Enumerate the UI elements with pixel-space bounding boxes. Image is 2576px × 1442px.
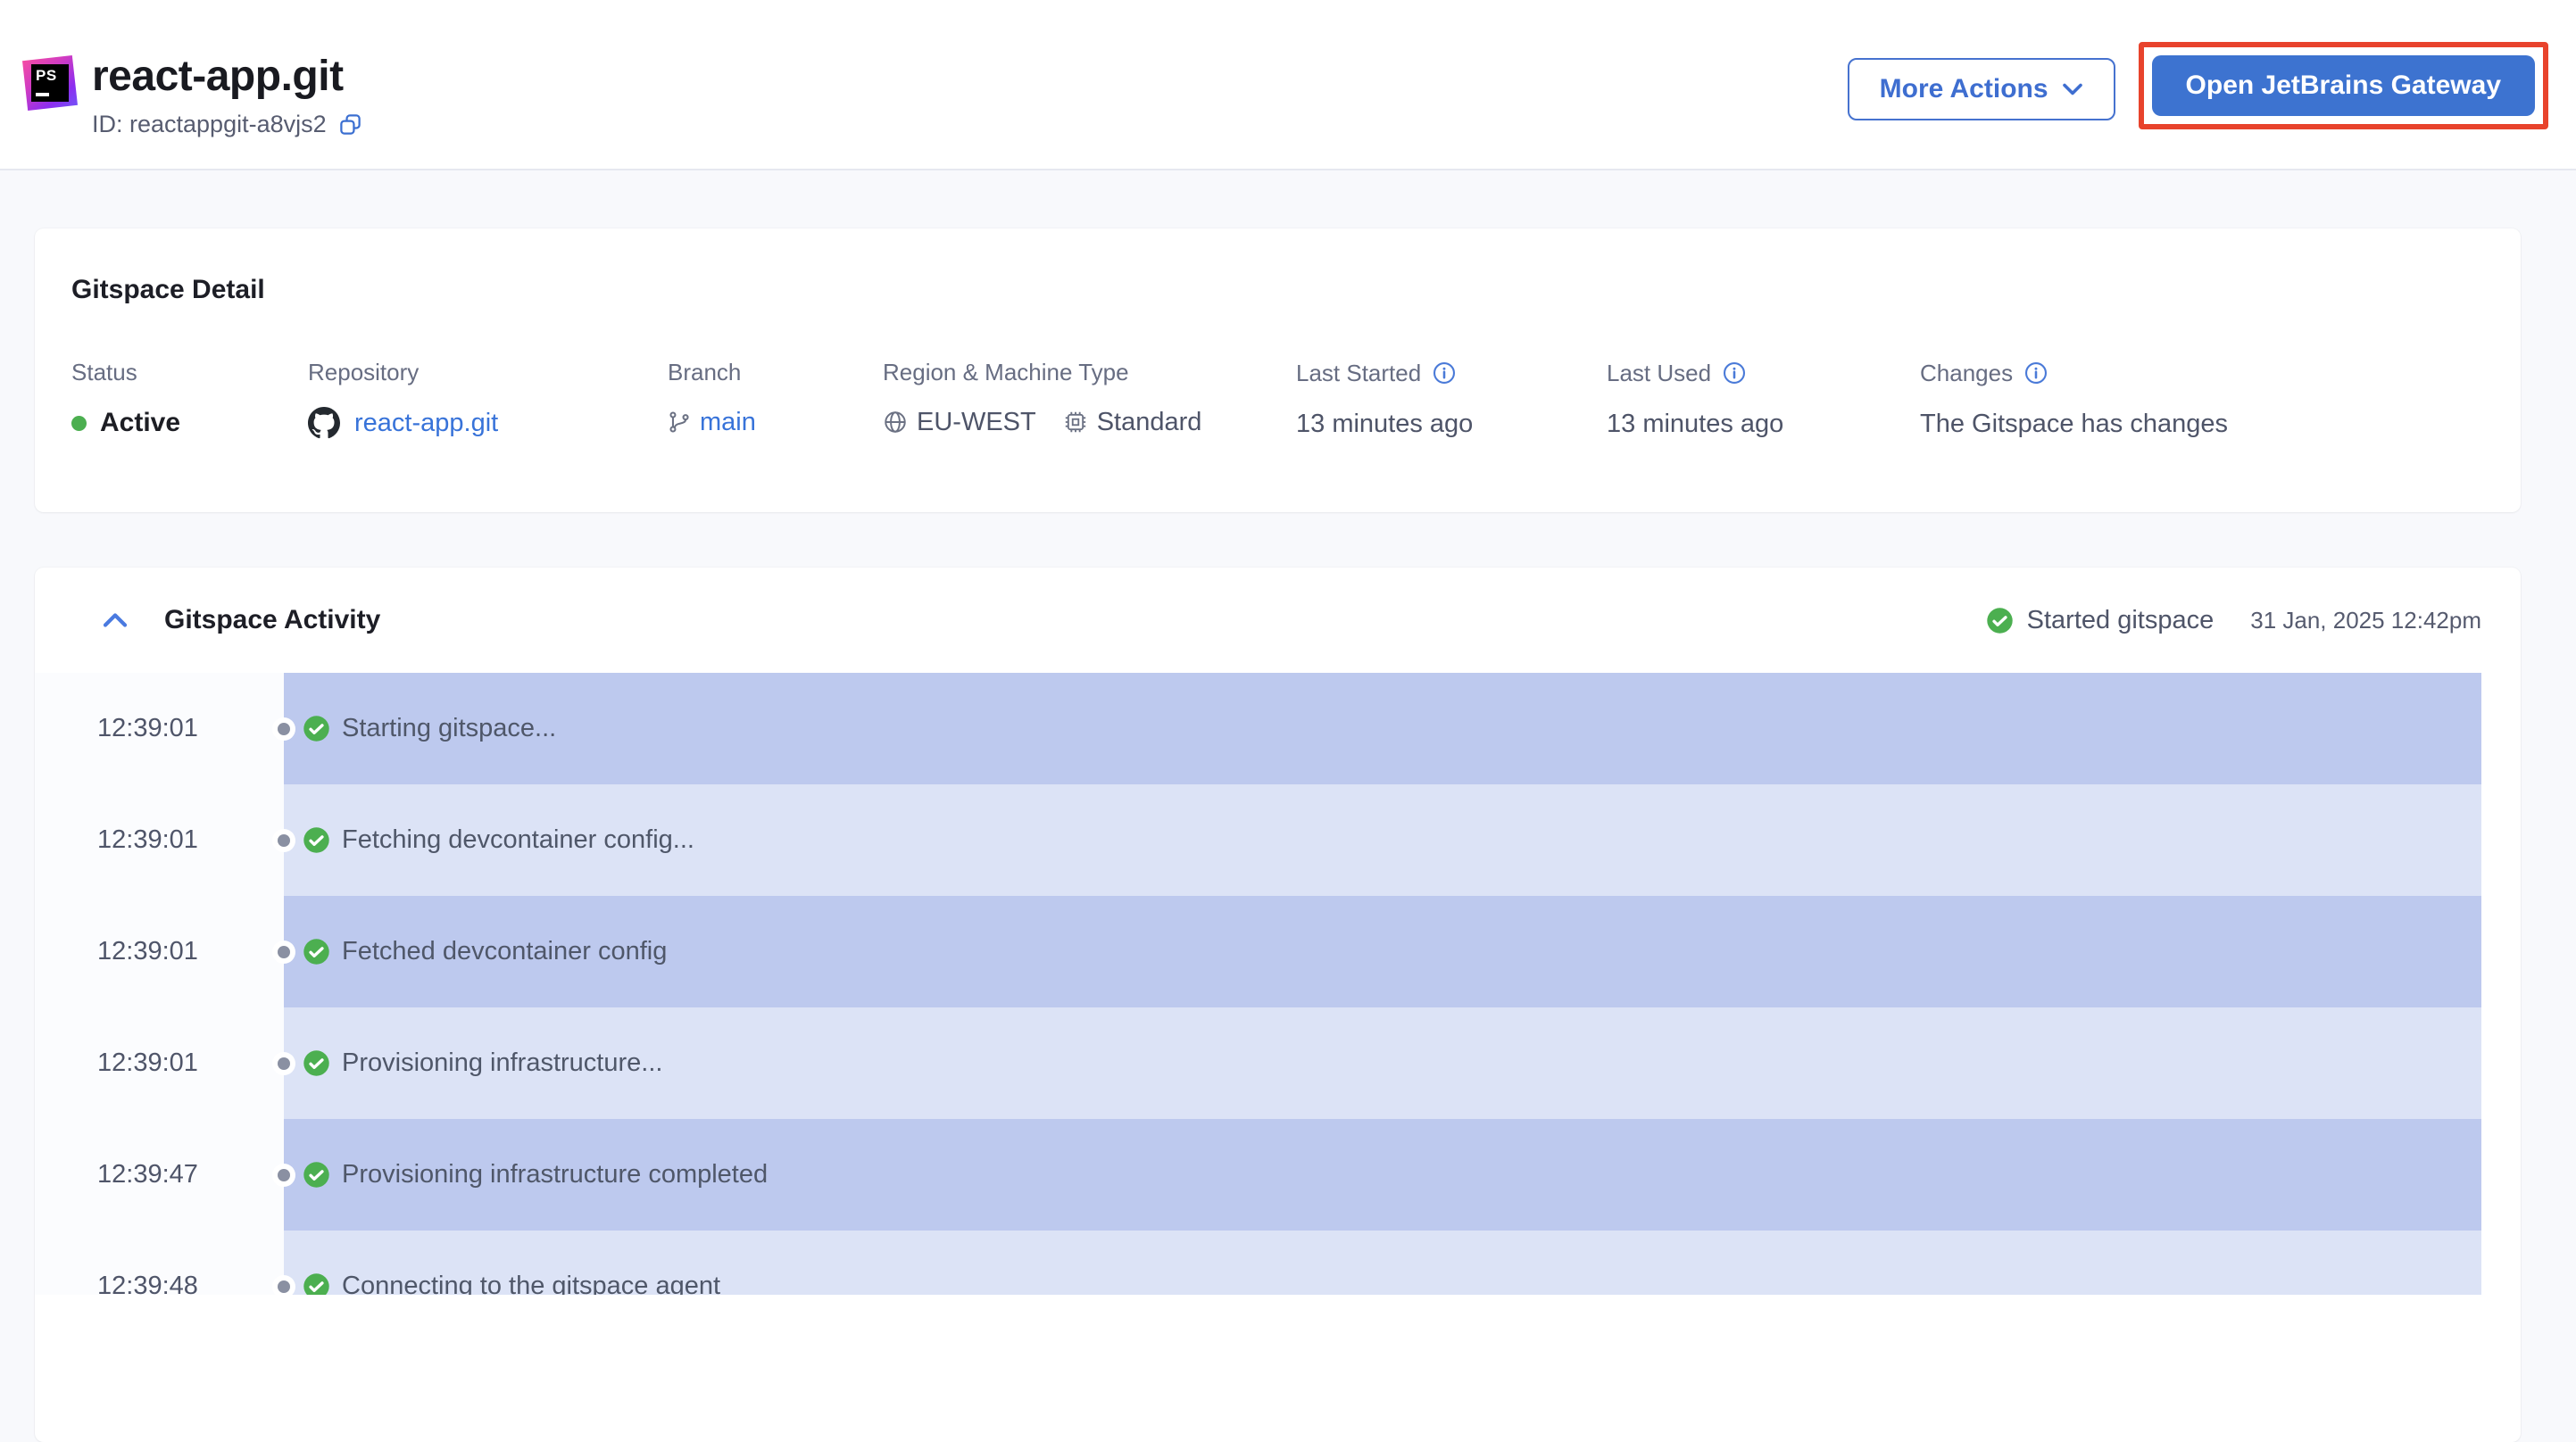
header-actions: More Actions Open JetBrains Gateway bbox=[1848, 42, 2548, 129]
top-header: PS react-app.git ID: reactappgit-a8vjs2 … bbox=[0, 0, 2576, 170]
timeline-dot-icon bbox=[278, 834, 290, 847]
git-branch-icon bbox=[668, 410, 691, 434]
gitspace-detail-card: Gitspace Detail Status Active Repository bbox=[35, 228, 2521, 512]
success-check-icon bbox=[1986, 607, 2014, 634]
annotation-highlight: Open JetBrains Gateway bbox=[2139, 42, 2548, 129]
timeline-dot-icon bbox=[278, 946, 290, 958]
timeline-dot-icon bbox=[278, 1057, 290, 1070]
copy-icon[interactable] bbox=[338, 112, 362, 137]
log-row: 12:39:47 Provisioning infrastructure com… bbox=[35, 1119, 2521, 1231]
log-timestamp: 12:39:47 bbox=[35, 1119, 284, 1231]
phpstorm-icon-underscore bbox=[36, 93, 49, 96]
repository-column: Repository react-app.git bbox=[308, 360, 668, 440]
region-machine-column: Region & Machine Type EU-WEST bbox=[883, 360, 1296, 440]
branch-column: Branch main bbox=[668, 360, 883, 440]
last-used-value: 13 minutes ago bbox=[1607, 409, 1783, 440]
open-jetbrains-gateway-label: Open JetBrains Gateway bbox=[2186, 70, 2501, 101]
timeline-dot-icon bbox=[278, 723, 290, 735]
brand-block: PS react-app.git ID: reactappgit-a8vjs2 bbox=[22, 55, 362, 138]
gitspace-id: ID: reactappgit-a8vjs2 bbox=[92, 111, 327, 138]
success-check-icon bbox=[303, 938, 330, 965]
success-check-icon bbox=[303, 1161, 330, 1189]
chevron-down-icon bbox=[2062, 82, 2083, 96]
last-started-label: Last Started bbox=[1296, 361, 1421, 385]
log-row: 12:39:01 Starting gitspace... bbox=[35, 673, 2521, 784]
last-started-column: Last Started 13 minutes ago bbox=[1296, 360, 1607, 440]
timeline-dot-icon bbox=[278, 1280, 290, 1293]
activity-log[interactable]: 12:39:01 Starting gitspace... bbox=[35, 673, 2521, 1295]
info-icon[interactable] bbox=[1722, 360, 1747, 385]
log-timestamp: 12:39:01 bbox=[35, 1007, 284, 1119]
success-check-icon bbox=[303, 1272, 330, 1295]
log-timestamp: 12:39:01 bbox=[35, 896, 284, 1007]
log-row: 12:39:01 Provisioning infrastructure... bbox=[35, 1007, 2521, 1119]
info-icon[interactable] bbox=[2023, 360, 2048, 385]
activity-status: Started gitspace 31 Jan, 2025 12:42pm bbox=[1986, 606, 2481, 635]
globe-icon bbox=[883, 410, 908, 435]
success-check-icon bbox=[303, 715, 330, 742]
collapse-chevron-up-icon[interactable] bbox=[102, 611, 129, 629]
log-row: 12:39:48 Connecting to the gitspace agen… bbox=[35, 1231, 2521, 1295]
changes-label: Changes bbox=[1920, 361, 2013, 385]
phpstorm-icon-label: PS bbox=[36, 67, 57, 85]
status-value: Active bbox=[100, 407, 180, 439]
log-timestamp: 12:39:01 bbox=[35, 784, 284, 896]
status-label: Status bbox=[71, 360, 137, 384]
more-actions-label: More Actions bbox=[1880, 74, 2048, 104]
success-check-icon bbox=[303, 1049, 330, 1077]
gitspace-activity-card: Gitspace Activity Started gitspace 31 Ja… bbox=[35, 568, 2521, 1442]
region-value: EU-WEST bbox=[917, 407, 1036, 438]
page-title: react-app.git bbox=[92, 55, 362, 98]
info-icon[interactable] bbox=[1432, 360, 1457, 385]
activity-status-time: 31 Jan, 2025 12:42pm bbox=[2250, 607, 2481, 634]
log-message: Connecting to the gitspace agent bbox=[342, 1272, 720, 1295]
log-message: Fetching devcontainer config... bbox=[342, 825, 694, 855]
changes-value: The Gitspace has changes bbox=[1920, 409, 2228, 440]
log-message: Starting gitspace... bbox=[342, 714, 556, 743]
phpstorm-icon: PS bbox=[22, 55, 78, 111]
repository-label: Repository bbox=[308, 360, 419, 384]
branch-link[interactable]: main bbox=[700, 407, 756, 438]
log-row: 12:39:01 Fetched devcontainer config bbox=[35, 896, 2521, 1007]
log-message: Provisioning infrastructure... bbox=[342, 1048, 662, 1078]
gitspace-activity-title: Gitspace Activity bbox=[164, 605, 380, 635]
gitspace-detail-title: Gitspace Detail bbox=[71, 277, 2485, 303]
last-used-column: Last Used 13 minutes ago bbox=[1607, 360, 1920, 440]
phpstorm-icon-square: PS bbox=[31, 64, 69, 102]
status-column: Status Active bbox=[71, 360, 308, 440]
log-timestamp: 12:39:48 bbox=[35, 1231, 284, 1295]
timeline-dot-icon bbox=[278, 1169, 290, 1181]
activity-status-text: Started gitspace bbox=[2027, 606, 2215, 635]
log-timestamp: 12:39:01 bbox=[35, 673, 284, 784]
region-machine-label: Region & Machine Type bbox=[883, 360, 1129, 384]
open-jetbrains-gateway-button[interactable]: Open JetBrains Gateway bbox=[2152, 55, 2535, 116]
log-message: Provisioning infrastructure completed bbox=[342, 1160, 768, 1189]
github-icon bbox=[308, 407, 340, 439]
machine-type-value: Standard bbox=[1097, 407, 1202, 438]
repository-link[interactable]: react-app.git bbox=[354, 408, 498, 439]
branch-label: Branch bbox=[668, 360, 741, 384]
log-row: 12:39:01 Fetching devcontainer config... bbox=[35, 784, 2521, 896]
main-content: Gitspace Detail Status Active Repository bbox=[35, 228, 2521, 1442]
last-used-label: Last Used bbox=[1607, 361, 1711, 385]
machine-type-icon bbox=[1063, 410, 1088, 435]
last-started-value: 13 minutes ago bbox=[1296, 409, 1473, 440]
log-message: Fetched devcontainer config bbox=[342, 937, 667, 966]
status-active-dot bbox=[71, 416, 87, 431]
more-actions-button[interactable]: More Actions bbox=[1848, 58, 2115, 120]
changes-column: Changes The Gitspace has changes bbox=[1920, 360, 2485, 440]
success-check-icon bbox=[303, 826, 330, 854]
